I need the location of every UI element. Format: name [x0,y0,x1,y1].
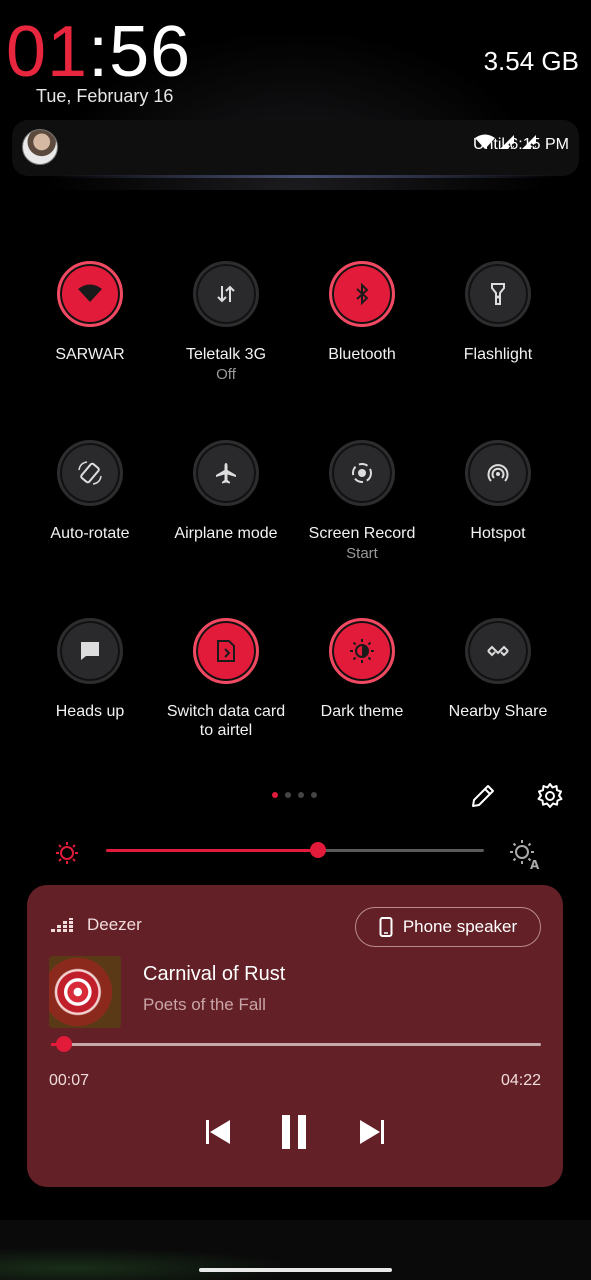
clock-hours: 01 [6,12,89,92]
flashlight-icon [491,283,505,305]
next-track-icon[interactable] [357,1117,387,1147]
tile-screen-record[interactable]: Screen Record Start [292,440,432,562]
tile-airplane[interactable]: Airplane mode [156,440,296,543]
auto-brightness-icon[interactable]: A [508,838,542,870]
tile-nearby-share[interactable]: Nearby Share [428,618,568,721]
brightness-slider-fill [106,849,318,852]
bluetooth-toggle[interactable] [329,261,395,327]
track-title: Carnival of Rust [143,963,286,985]
tile-flashlight[interactable]: Flashlight [428,261,568,364]
tile-sublabel: Start [346,545,378,562]
playback-progress-bar[interactable] [51,1036,541,1052]
mobile-data-icon [217,285,235,303]
album-art[interactable] [49,956,121,1028]
tile-heads-up[interactable]: Heads up [20,618,160,721]
page-dot [311,792,317,798]
phone-icon [379,917,393,937]
storage-indicator: 3.54 GB [483,46,579,76]
tile-dark-theme[interactable]: Dark theme [292,618,432,721]
tile-label: SARWAR [55,346,125,363]
page-dot [298,792,304,798]
switch-data-card-toggle[interactable] [193,618,259,684]
tile-label: Dark theme [320,703,404,720]
auto-rotate-icon [78,461,102,485]
tile-label: Airplane mode [174,525,278,542]
airplane-icon [216,463,236,484]
wifi-toggle[interactable] [57,261,123,327]
clock-minutes: 56 [109,12,192,92]
sim-card-icon [217,640,235,662]
tile-switch-data-card[interactable]: Switch data card to airtel [156,618,296,740]
edit-pencil-icon[interactable] [469,782,497,810]
brightness-slider-thumb[interactable] [309,842,326,858]
hotspot-toggle[interactable] [465,440,531,506]
tile-hotspot[interactable]: Hotspot [428,440,568,543]
flashlight-toggle[interactable] [465,261,531,327]
track-artist: Poets of the Fall [143,995,266,1014]
deezer-icon [51,918,73,932]
tile-label: Nearby Share [448,703,548,720]
tile-label: Hotspot [470,525,526,542]
brightness-slider[interactable] [106,842,484,858]
total-time: 04:22 [500,1072,541,1089]
page-indicator [272,792,317,798]
tile-label-line1: Switch data card [166,703,286,720]
media-app-row: Deezer [51,915,142,935]
page-dot [285,792,291,798]
tile-mobile-data[interactable]: Teletalk 3G Off [156,261,296,383]
tile-auto-rotate[interactable]: Auto-rotate [20,440,160,543]
tile-wifi[interactable]: SARWAR [20,261,160,364]
tile-label: Screen Record [308,525,416,542]
screen-record-icon [352,463,372,483]
tile-sublabel: Off [216,366,236,383]
clock-separator: : [88,12,110,92]
heads-up-icon [81,642,99,660]
heads-up-toggle[interactable] [57,618,123,684]
media-app-name: Deezer [87,915,142,934]
gesture-nav-bar[interactable] [199,1268,392,1272]
tile-label-line2: to airtel [199,722,253,739]
tile-label: Heads up [55,703,125,720]
tile-label: Flashlight [463,346,533,363]
page-dot-active [272,792,278,798]
hotspot-icon [487,464,509,482]
screen-record-toggle[interactable] [329,440,395,506]
dnd-until-label[interactable]: Until 6:15 PM [473,136,569,154]
svg-text:A: A [530,858,540,870]
tile-label: Switch data card to airtel [156,702,296,740]
output-device-label: Phone speaker [402,917,518,936]
playback-progress-thumb[interactable] [56,1036,73,1052]
dark-theme-icon [350,639,374,663]
output-device-button[interactable]: Phone speaker [355,907,541,947]
bluetooth-icon [356,283,369,305]
clock[interactable]: 01:56 [6,14,191,90]
tile-label: Teletalk 3G [185,346,267,363]
dark-theme-toggle[interactable] [329,618,395,684]
pause-icon[interactable] [279,1113,309,1151]
media-player-card[interactable]: Deezer Phone speaker Carnival of Rust Po… [27,885,563,1187]
previous-track-icon[interactable] [203,1117,233,1147]
airplane-toggle[interactable] [193,440,259,506]
nearby-share-icon [487,645,509,657]
wifi-icon [78,284,102,302]
tile-bluetooth[interactable]: Bluetooth [292,261,432,364]
date[interactable]: Tue, February 16 [36,86,173,107]
brightness-low-icon [56,842,78,864]
elapsed-time: 00:07 [49,1072,90,1089]
auto-rotate-toggle[interactable] [57,440,123,506]
nearby-share-toggle[interactable] [465,618,531,684]
gear-icon[interactable] [536,782,564,810]
tile-label: Auto-rotate [50,525,130,542]
mobile-data-toggle[interactable] [193,261,259,327]
tile-label: Bluetooth [328,346,396,363]
avatar[interactable] [22,129,58,165]
